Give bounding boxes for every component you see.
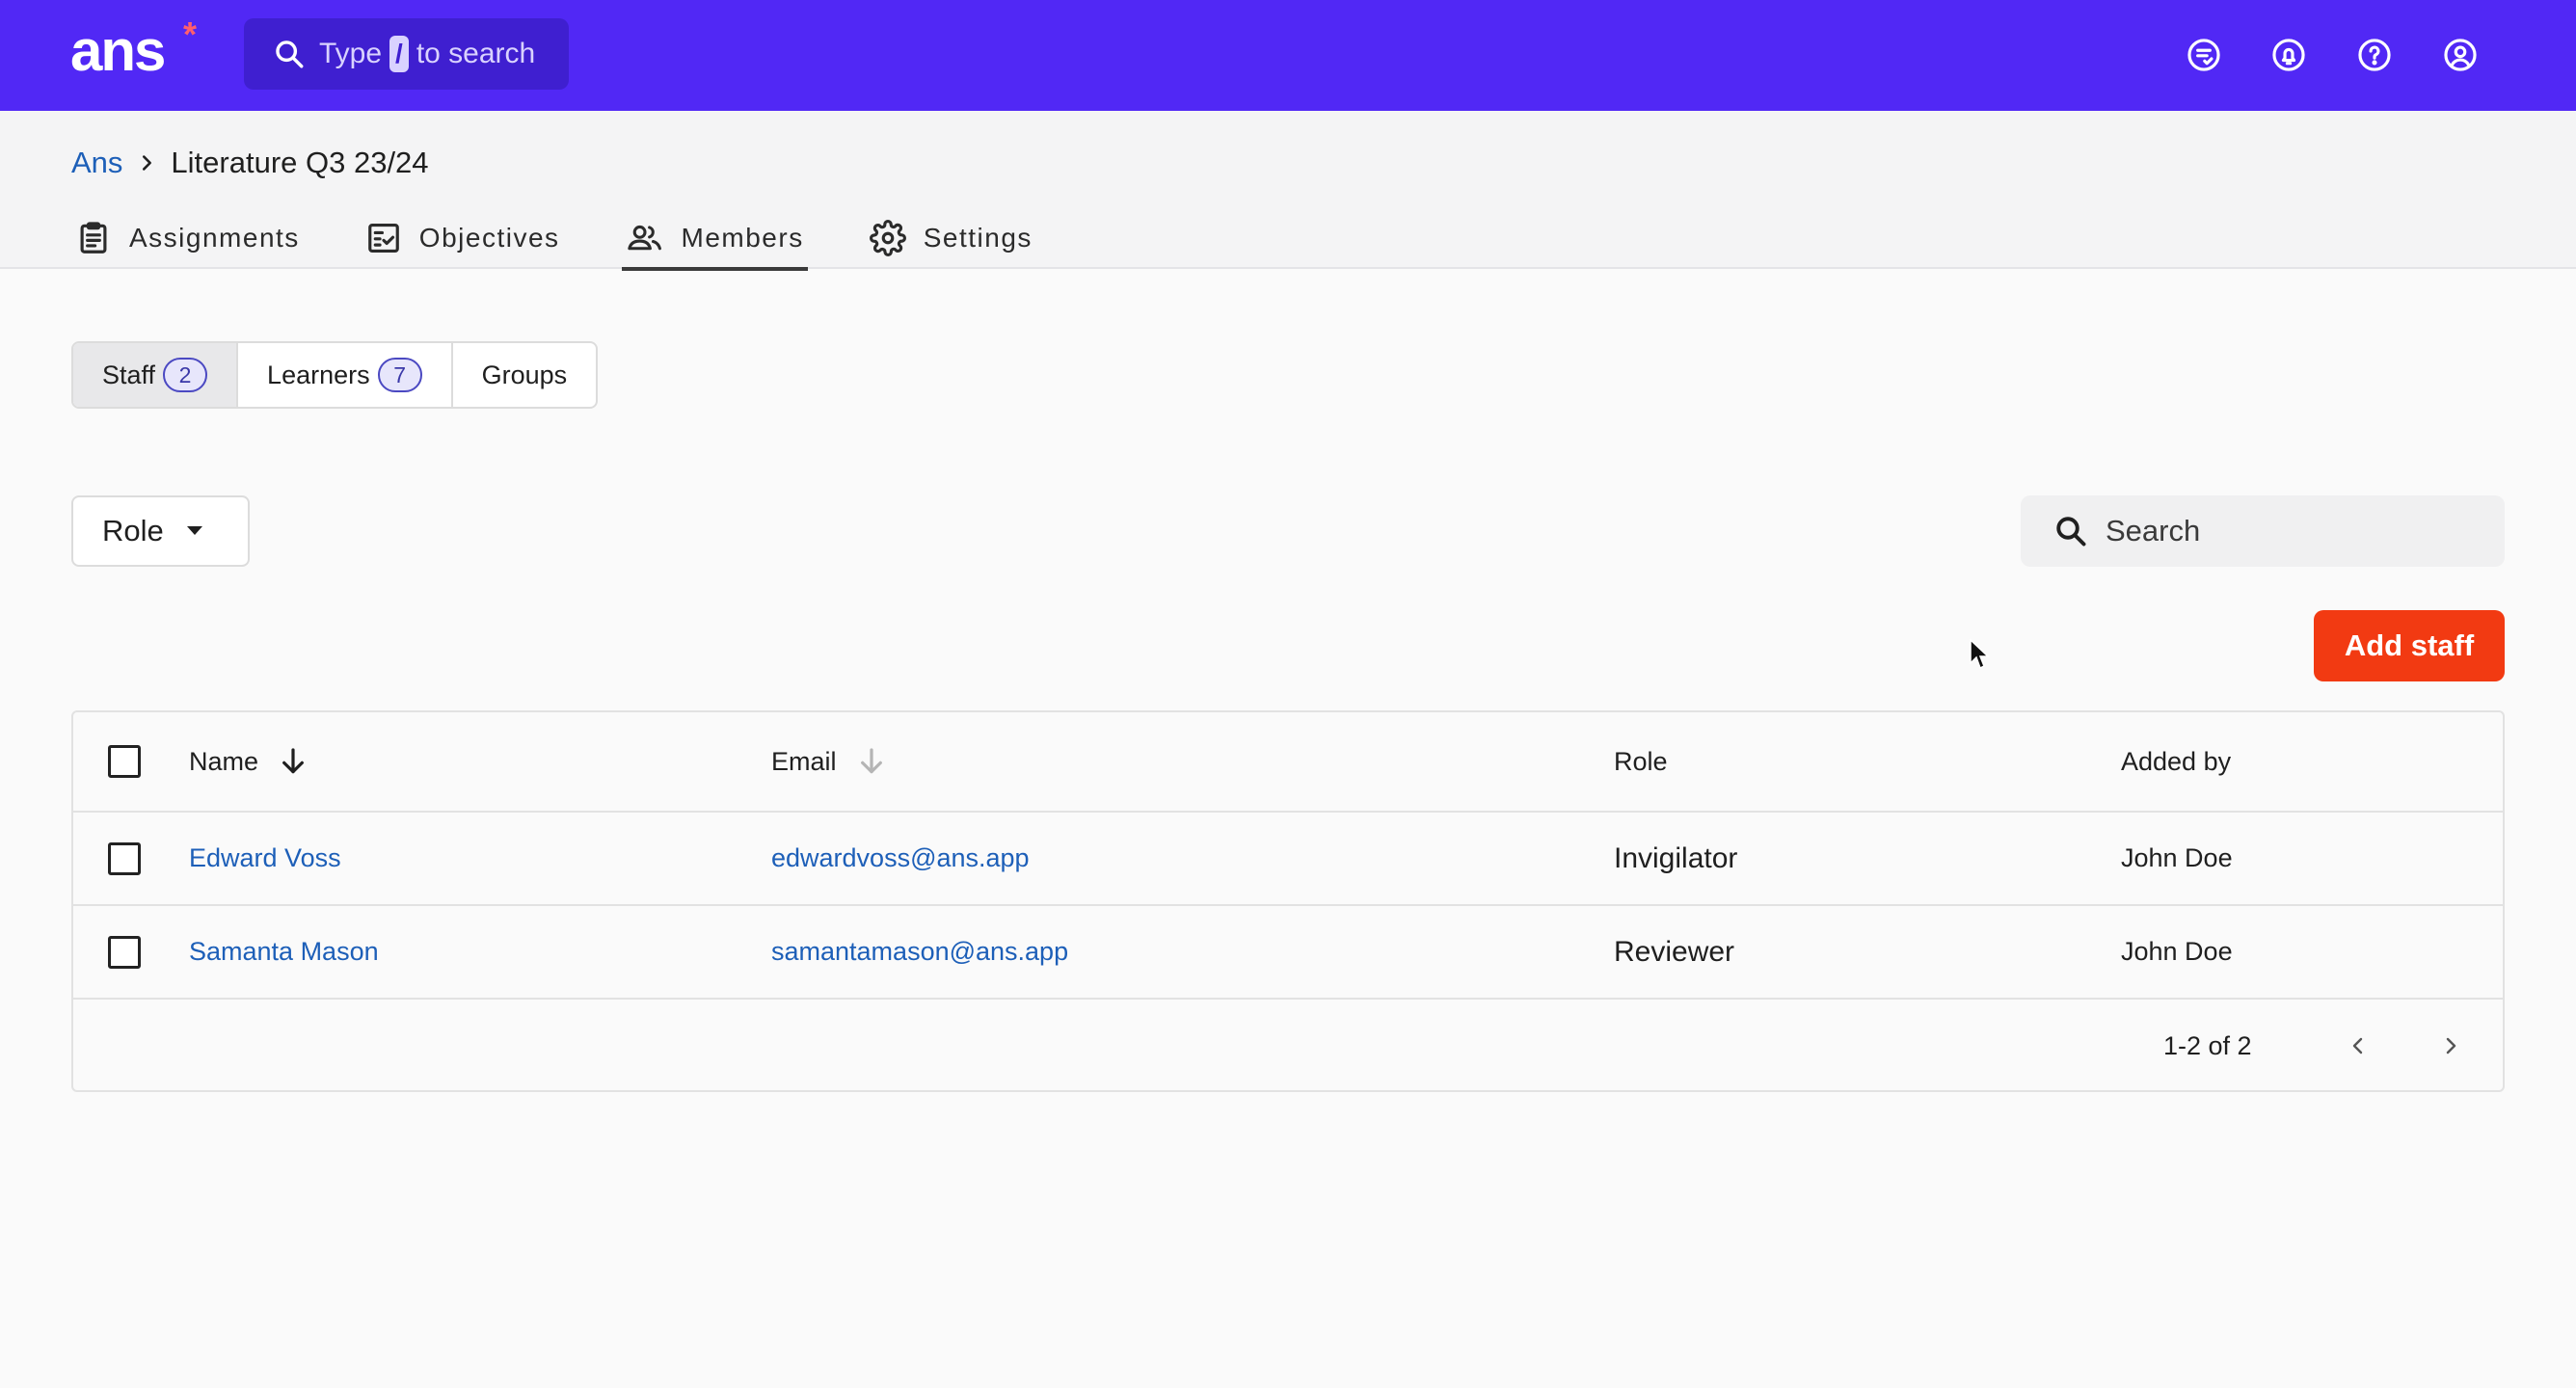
role-filter-dropdown[interactable]: Role [71, 495, 250, 567]
column-header-name[interactable]: Name [189, 712, 309, 811]
row-select-cell [108, 906, 141, 998]
column-label: Added by [2121, 746, 2232, 776]
course-tabs: Assignments Objectives Members Settings [71, 207, 1094, 271]
logo-star: * [183, 14, 198, 54]
clipboard-icon [75, 220, 112, 256]
tab-objectives[interactable]: Objectives [362, 207, 564, 269]
caret-down-icon [185, 525, 204, 537]
column-label: Role [1614, 746, 1668, 776]
row-select-cell [108, 813, 141, 904]
count-badge: 7 [377, 358, 422, 392]
tab-label: Objectives [418, 223, 560, 253]
staff-search [2021, 495, 2505, 567]
chevron-right-icon [136, 152, 157, 174]
people-icon [626, 220, 664, 256]
member-email-link[interactable]: edwardvoss@ans.app [771, 843, 1030, 873]
search-input[interactable] [2106, 514, 2472, 548]
segment-label: Learners [267, 360, 370, 389]
staff-table: Name Email Role Added by Edward Voss edw… [71, 710, 2505, 1092]
breadcrumb: Ans Literature Q3 23/24 [71, 144, 429, 182]
mouse-cursor-icon [1969, 638, 1990, 671]
tab-label: Settings [923, 223, 1033, 253]
member-role: Reviewer [1614, 935, 1735, 968]
column-header-role: Role [1614, 712, 1668, 811]
table-pagination: 1-2 of 2 [73, 1000, 2503, 1092]
add-staff-button[interactable]: Add staff [2314, 610, 2505, 681]
arrow-down-icon[interactable] [278, 746, 309, 777]
tab-settings[interactable]: Settings [866, 207, 1036, 269]
added-by: John Doe [2121, 843, 2233, 872]
column-header-email[interactable]: Email [771, 712, 887, 811]
table-row: Samanta Mason samantamason@ans.app Revie… [73, 906, 2503, 1000]
arrow-down-icon[interactable] [856, 746, 887, 777]
member-type-switch: Staff 2 Learners 7 Groups [71, 341, 599, 409]
tab-label: Members [681, 223, 804, 253]
notifications-icon[interactable] [2267, 34, 2310, 76]
search-shortcut-key: / [389, 36, 409, 72]
table-header-row: Name Email Role Added by [73, 712, 2503, 813]
segment-learners[interactable]: Learners 7 [238, 343, 453, 407]
member-name-link[interactable]: Edward Voss [189, 843, 341, 873]
breadcrumb-root-link[interactable]: Ans [71, 144, 122, 182]
help-icon[interactable] [2353, 34, 2396, 76]
tab-assignments[interactable]: Assignments [71, 207, 304, 269]
ans-logo[interactable]: ans [70, 17, 166, 85]
search-suffix: to search [416, 38, 536, 69]
column-label: Name [189, 746, 259, 776]
row-checkbox[interactable] [108, 935, 141, 969]
tab-label: Assignments [129, 223, 300, 253]
segment-groups[interactable]: Groups [453, 343, 597, 407]
member-name-link[interactable]: Samanta Mason [189, 937, 379, 967]
checklist-icon [365, 220, 402, 256]
row-checkbox[interactable] [108, 841, 141, 875]
tab-members[interactable]: Members [621, 207, 808, 271]
page-title: Literature Q3 23/24 [171, 146, 429, 179]
member-email-link[interactable]: samantamason@ans.app [771, 937, 1068, 967]
course-header: Ans Literature Q3 23/24 Assignments Obje… [0, 111, 2576, 271]
select-all-cell [108, 712, 141, 811]
column-header-added-by: Added by [2121, 712, 2231, 811]
member-role: Invigilator [1614, 841, 1738, 874]
search-icon [2053, 514, 2088, 548]
segment-staff[interactable]: Staff 2 [73, 343, 239, 407]
pagination-info: 1-2 of 2 [2163, 1030, 2252, 1060]
role-filter-label: Role [102, 514, 164, 547]
select-all-checkbox[interactable] [108, 745, 141, 778]
chevron-left-icon[interactable] [2341, 1028, 2375, 1063]
global-search[interactable]: Type / to search [244, 18, 569, 90]
count-badge: 2 [163, 358, 208, 392]
search-icon [273, 38, 306, 70]
top-bar: ans * Type / to search [0, 0, 2576, 111]
table-row: Edward Voss edwardvoss@ans.app Invigilat… [73, 813, 2503, 906]
feedback-icon[interactable] [2183, 34, 2225, 76]
gear-icon [869, 220, 906, 256]
column-label: Email [771, 746, 837, 776]
segment-label: Staff [102, 360, 156, 389]
added-by: John Doe [2121, 937, 2233, 966]
chevron-right-icon[interactable] [2433, 1028, 2468, 1063]
segment-label: Groups [481, 360, 568, 389]
account-icon[interactable] [2439, 34, 2482, 76]
search-prefix: Type [319, 38, 383, 69]
